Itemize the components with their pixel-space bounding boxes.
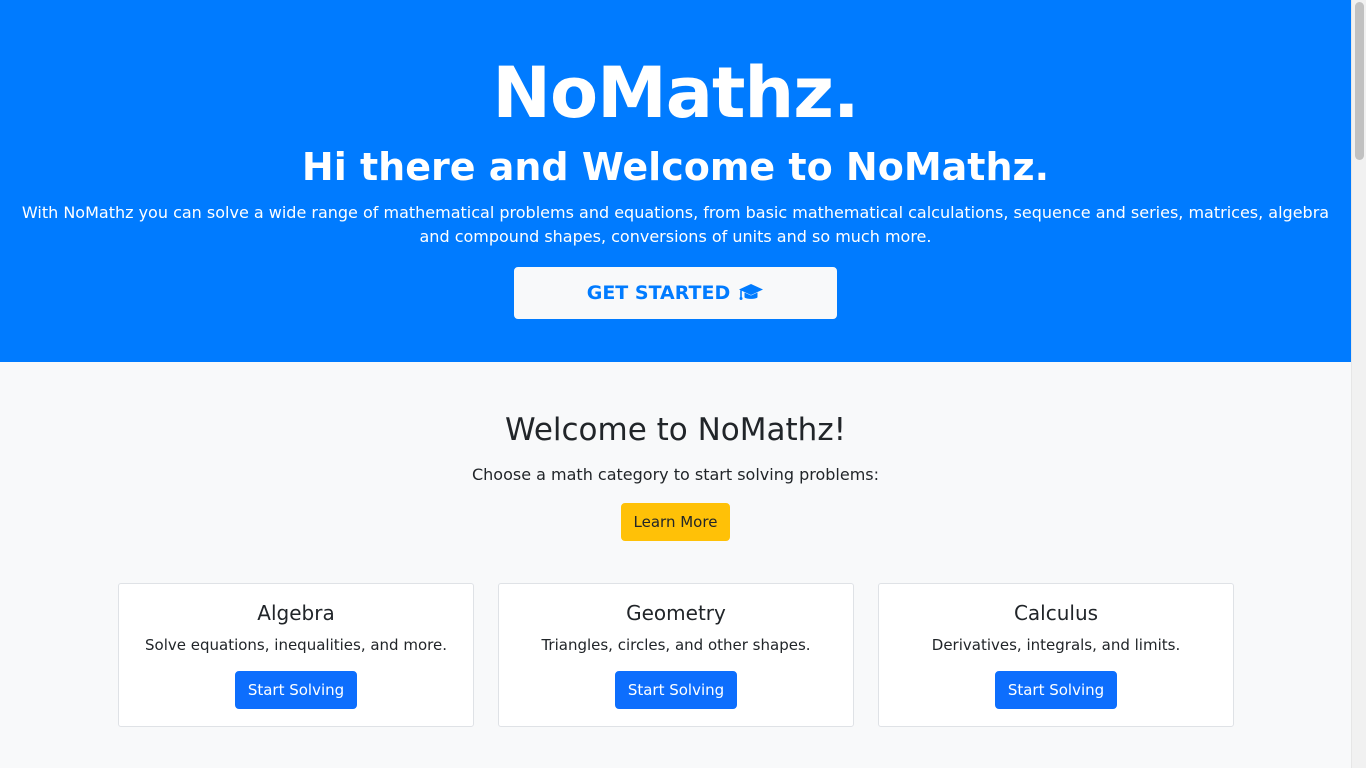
- hero-subtitle: Hi there and Welcome to NoMathz.: [301, 145, 1050, 189]
- scrollbar-thumb[interactable]: [1355, 2, 1364, 160]
- page: NoMathz. Hi there and Welcome to NoMathz…: [0, 0, 1351, 768]
- card-text: Derivatives, integrals, and limits.: [931, 636, 1181, 654]
- hero-description: With NoMathz you can solve a wide range …: [21, 203, 1330, 246]
- card-title: Algebra: [257, 601, 335, 625]
- card-algebra: Algebra Solve equations, inequalities, a…: [118, 583, 474, 727]
- start-solving-geometry-button[interactable]: Start Solving: [614, 671, 738, 709]
- card-geometry: Geometry Triangles, circles, and other s…: [498, 583, 854, 727]
- start-solving-calculus-button[interactable]: Start Solving: [994, 671, 1118, 709]
- hero-section: NoMathz. Hi there and Welcome to NoMathz…: [0, 0, 1351, 362]
- welcome-title: Welcome to NoMathz!: [504, 412, 847, 448]
- get-started-button[interactable]: GET STARTED: [514, 267, 837, 319]
- hero-title: NoMathz.: [492, 52, 859, 134]
- card-text: Solve equations, inequalities, and more.: [145, 636, 447, 654]
- get-started-label: GET STARTED: [586, 282, 731, 304]
- welcome-text: Choose a math category to start solving …: [471, 465, 880, 484]
- graduation-cap-icon: [738, 283, 764, 303]
- card-text: Triangles, circles, and other shapes.: [541, 636, 811, 654]
- welcome-section: Welcome to NoMathz! Choose a math catego…: [0, 362, 1351, 541]
- vertical-scrollbar[interactable]: [1351, 0, 1366, 768]
- start-solving-algebra-button[interactable]: Start Solving: [234, 671, 358, 709]
- card-calculus: Calculus Derivatives, integrals, and lim…: [878, 583, 1234, 727]
- card-title: Calculus: [1013, 601, 1099, 625]
- card-title: Geometry: [626, 601, 726, 625]
- learn-more-button[interactable]: Learn More: [620, 503, 731, 541]
- category-cards: Algebra Solve equations, inequalities, a…: [118, 583, 1234, 727]
